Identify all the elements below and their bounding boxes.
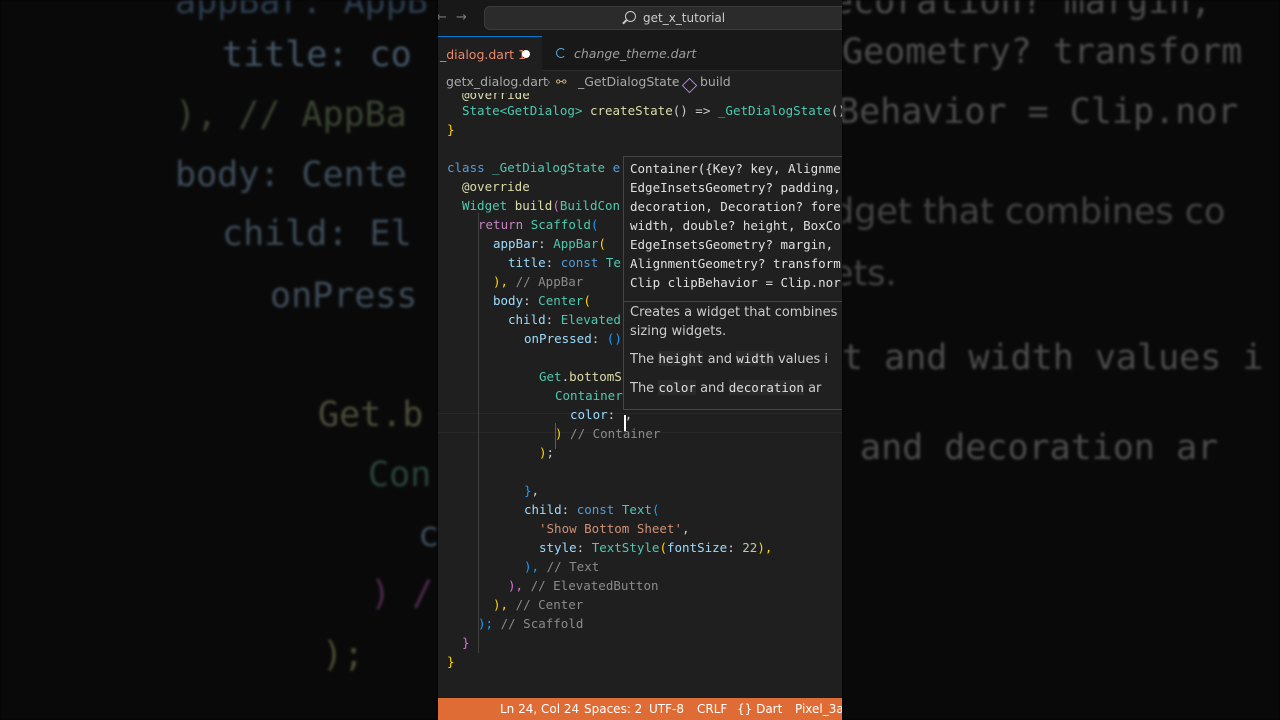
bg-text-11: );	[322, 635, 365, 675]
code-line: 'Show Bottom Sheet',	[539, 521, 690, 536]
dart-file-icon	[556, 48, 566, 58]
unsaved-dot-icon[interactable]	[522, 50, 530, 58]
bg-text-3: ), // AppBa	[175, 95, 407, 135]
code-line: }	[447, 654, 455, 669]
bg-right-text-6: t and width values i	[842, 338, 1264, 378]
chevron-right-icon: ›	[546, 74, 551, 89]
indentation[interactable]: Spaces: 2	[584, 698, 642, 720]
encoding[interactable]: UTF-8	[649, 698, 684, 720]
breadcrumb: getx_dialog.dart › ⚯ _GetDialogState › b…	[438, 71, 842, 94]
code-line: ) // Container	[555, 426, 661, 441]
bg-right-text-4: dget that combines co	[842, 192, 1226, 232]
signature-line: Clip clipBehavior = Clip.nor	[630, 275, 841, 290]
signature-line: width, double? height, BoxCo	[630, 218, 841, 233]
indent-guide	[478, 213, 479, 653]
code-line: appBar: AppBar(	[493, 236, 606, 251]
hover-tooltip: Container({Key? key, Alignme EdgeInsetsG…	[623, 156, 842, 410]
code-line: ), // ElevatedButton	[508, 578, 659, 593]
bg-text-7: Get.b	[318, 395, 424, 435]
bg-text-1: appBar: AppB	[175, 0, 428, 22]
code-line: class _GetDialogState e	[447, 160, 621, 175]
bg-text-10: ) /	[370, 574, 434, 614]
bg-text-4: body: Cente	[175, 155, 407, 195]
code-line: @override	[462, 179, 530, 194]
workspace-name: get_x_tutorial	[643, 11, 726, 25]
code-editor-window: ← → get_x_tutorial _dialog.dart 1 change…	[438, 0, 842, 720]
code-line: Widget build(BuildCon	[462, 198, 621, 213]
arrow-right-icon[interactable]: →	[456, 10, 467, 25]
signature-line: EdgeInsetsGeometry? padding,	[630, 180, 841, 195]
background-left: appBar: AppB title: co ), // AppBa body:…	[0, 0, 438, 720]
cursor-position[interactable]: Ln 24, Col 24	[500, 698, 579, 720]
bg-text-9: c	[418, 515, 438, 555]
arrow-left-icon[interactable]: ←	[438, 10, 447, 25]
code-line: }	[447, 122, 455, 137]
code-line: Container	[555, 388, 623, 403]
code-line: ); // Scaffold	[478, 616, 584, 631]
bg-right-text-7: and decoration ar	[860, 428, 1219, 468]
code-line: ), // Text	[524, 559, 600, 574]
code-line: ), // Center	[493, 597, 584, 612]
command-center-search[interactable]: get_x_tutorial	[484, 6, 842, 30]
tab-label: change_theme.dart	[574, 46, 697, 61]
status-bar: Ln 24, Col 24 Spaces: 2 UTF-8 CRLF {} Da…	[438, 698, 842, 720]
code-line: child: Elevated	[508, 312, 621, 327]
tab-getx-dialog[interactable]: _dialog.dart 1	[438, 36, 542, 71]
language-mode[interactable]: {} Dart	[737, 698, 782, 720]
tab-label: _dialog.dart 1	[440, 47, 526, 62]
code-line: style: TextStyle(fontSize: 22),	[539, 540, 773, 555]
code-line: onPressed: ()	[524, 331, 622, 346]
code-line: body: Center(	[493, 293, 591, 308]
bg-right-text-1: ecoration? margin,	[842, 0, 1212, 22]
code-line: ), // AppBar	[493, 274, 584, 289]
code-line: );	[539, 445, 555, 460]
signature-line: EdgeInsetsGeometry? margin,	[630, 237, 834, 252]
signature-line: AlignmentGeometry? transform	[630, 256, 841, 271]
bg-right-text-5: ets.	[842, 254, 897, 294]
bg-text-6: onPress	[270, 276, 418, 316]
doc-text: The height and width values i	[630, 351, 829, 367]
divider	[624, 301, 842, 302]
doc-text: sizing widgets.	[630, 324, 727, 339]
class-icon: ⚯	[556, 74, 567, 89]
search-icon	[625, 11, 636, 22]
tab-change-theme[interactable]: change_theme.dart	[542, 36, 696, 71]
code-line: Get.bottomS	[539, 369, 622, 384]
bg-right-text-3: Behavior = Clip.nor	[842, 92, 1239, 132]
signature-line: Container({Key? key, Alignme	[630, 161, 841, 176]
title-bar: ← → get_x_tutorial	[438, 0, 842, 36]
background-right: ecoration? margin, Geometry? transform B…	[842, 0, 1280, 720]
breadcrumb-class[interactable]: _GetDialogState	[578, 74, 679, 89]
breadcrumb-method[interactable]: build	[700, 74, 731, 89]
breadcrumb-file[interactable]: getx_dialog.dart	[446, 74, 548, 89]
chevron-right-icon: ›	[672, 74, 677, 89]
code-line: State<GetDialog> createState() => _GetDi…	[462, 103, 842, 118]
doc-text: Creates a widget that combines co	[630, 305, 842, 320]
line-ending[interactable]: CRLF	[697, 698, 727, 720]
doc-text: The color and decoration ar	[630, 380, 822, 396]
editor-tabs: _dialog.dart 1 change_theme.dart	[438, 36, 842, 71]
code-line: }	[462, 635, 470, 650]
code-line: child: const Text(	[524, 502, 660, 517]
device-selector[interactable]: Pixel_3a_	[795, 698, 842, 720]
code-line: },	[524, 483, 540, 498]
bg-right-text-2: Geometry? transform	[842, 32, 1243, 72]
code-line: return Scaffold(	[478, 217, 599, 232]
signature-line: decoration, Decoration? fore	[630, 199, 841, 214]
code-line: title: const Te	[508, 255, 621, 270]
bg-text-2: title: co	[222, 35, 412, 75]
bg-text-5: child: El	[222, 214, 412, 254]
bg-text-8: Con	[368, 455, 432, 495]
